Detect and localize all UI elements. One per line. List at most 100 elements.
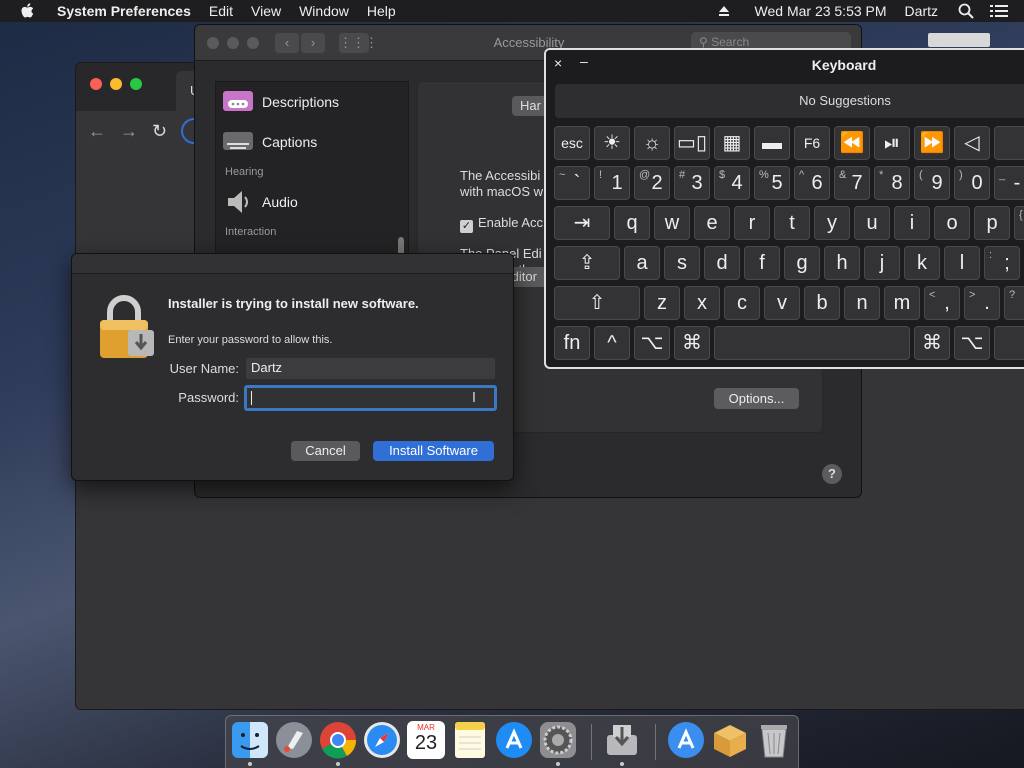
key-1-11[interactable]: _ - (994, 166, 1024, 200)
omnibox-edge[interactable] (181, 118, 196, 144)
key-4-0[interactable]: ⇧ (554, 286, 640, 320)
key-5-0[interactable]: fn (554, 326, 590, 360)
key-1-1[interactable]: ! 1 (594, 166, 630, 200)
key-1-0[interactable]: ~ ` (554, 166, 590, 200)
key-5-5[interactable]: ⌘ (914, 326, 950, 360)
key-3-4[interactable]: f (744, 246, 780, 280)
password-field[interactable]: I (244, 385, 497, 411)
installer-disk-icon[interactable] (603, 721, 641, 759)
key-1-10[interactable]: ) 0 (954, 166, 990, 200)
key-3-1[interactable]: a (624, 246, 660, 280)
key-2-2[interactable]: w (654, 206, 690, 240)
key-0-5[interactable]: ▬ (754, 126, 790, 160)
key-0-9[interactable]: ⏩ (914, 126, 950, 160)
key-4-10[interactable]: ?/ (1004, 286, 1024, 320)
key-4-5[interactable]: b (804, 286, 840, 320)
options-button[interactable]: Options... (714, 388, 799, 409)
key-4-3[interactable]: c (724, 286, 760, 320)
enable-checkbox[interactable]: ✓ (460, 220, 473, 233)
applications-folder-icon[interactable] (667, 721, 705, 759)
back-arrow-icon[interactable]: ← (88, 121, 106, 142)
notification-center-icon[interactable] (990, 4, 1008, 18)
key-2-1[interactable]: q (614, 206, 650, 240)
safari-icon[interactable] (363, 721, 401, 759)
key-3-9[interactable]: l (944, 246, 980, 280)
key-1-9[interactable]: (9 (914, 166, 950, 200)
key-0-4[interactable]: ▦ (714, 126, 750, 160)
finder-icon[interactable] (231, 721, 269, 759)
key-0-2[interactable]: ☼ (634, 126, 670, 160)
key-5-2[interactable]: ⌥ (634, 326, 670, 360)
zoom-window-button[interactable] (130, 78, 142, 90)
key-5-7[interactable] (994, 326, 1024, 360)
calendar-icon[interactable]: MAR 23 (407, 721, 445, 759)
help-button[interactable]: ? (822, 464, 842, 484)
key-0-0[interactable]: esc (554, 126, 590, 160)
key-2-3[interactable]: e (694, 206, 730, 240)
close-window-button[interactable] (90, 78, 102, 90)
key-4-6[interactable]: n (844, 286, 880, 320)
menu-edit[interactable]: Edit (200, 3, 242, 19)
key-2-5[interactable]: t (774, 206, 810, 240)
spotlight-search-icon[interactable] (958, 3, 974, 19)
cancel-button[interactable]: Cancel (291, 441, 360, 461)
key-0-11[interactable] (994, 126, 1024, 160)
key-4-2[interactable]: x (684, 286, 720, 320)
key-0-8[interactable]: ⏯ (874, 126, 910, 160)
key-3-5[interactable]: g (784, 246, 820, 280)
apple-menu-icon[interactable] (20, 3, 34, 19)
trash-icon[interactable] (755, 721, 793, 759)
key-2-7[interactable]: u (854, 206, 890, 240)
sidebar-item-descriptions[interactable]: Descriptions (216, 82, 408, 122)
key-4-9[interactable]: >. (964, 286, 1000, 320)
key-2-8[interactable]: i (894, 206, 930, 240)
reload-icon[interactable]: ↻ (152, 121, 167, 142)
key-3-2[interactable]: s (664, 246, 700, 280)
key-2-0[interactable]: ⇥ (554, 206, 610, 240)
enable-keyboard-option[interactable]: ✓ Enable Acc (460, 215, 543, 233)
key-0-7[interactable]: ⏪ (834, 126, 870, 160)
key-2-11[interactable]: {[ (1014, 206, 1024, 240)
menu-view[interactable]: View (242, 3, 290, 19)
key-5-6[interactable]: ⌥ (954, 326, 990, 360)
key-3-7[interactable]: j (864, 246, 900, 280)
menu-help[interactable]: Help (358, 3, 405, 19)
key-4-4[interactable]: v (764, 286, 800, 320)
key-5-3[interactable]: ⌘ (674, 326, 710, 360)
key-2-4[interactable]: r (734, 206, 770, 240)
key-3-0[interactable]: ⇪ (554, 246, 620, 280)
key-1-2[interactable]: @2 (634, 166, 670, 200)
key-1-7[interactable]: & 7 (834, 166, 870, 200)
key-4-1[interactable]: z (644, 286, 680, 320)
key-2-10[interactable]: p (974, 206, 1010, 240)
key-3-3[interactable]: d (704, 246, 740, 280)
key-0-1[interactable]: ☀ (594, 126, 630, 160)
key-2-9[interactable]: o (934, 206, 970, 240)
key-0-3[interactable]: ▭▯ (674, 126, 710, 160)
key-3-6[interactable]: h (824, 246, 860, 280)
desktop-disk-icon[interactable] (928, 33, 990, 47)
key-1-4[interactable]: $4 (714, 166, 750, 200)
key-0-10[interactable]: ◁ (954, 126, 990, 160)
key-2-6[interactable]: y (814, 206, 850, 240)
key-1-5[interactable]: % 5 (754, 166, 790, 200)
minimize-window-button[interactable] (110, 78, 122, 90)
key-5-4[interactable] (714, 326, 910, 360)
username-field[interactable]: Dartz (246, 358, 495, 379)
notes-icon[interactable] (451, 721, 489, 759)
menu-clock[interactable]: Wed Mar 23 5:53 PM (747, 3, 895, 19)
app-store-icon[interactable] (495, 721, 533, 759)
eject-icon[interactable] (717, 4, 731, 18)
key-1-8[interactable]: * 8 (874, 166, 910, 200)
key-1-6[interactable]: ^ 6 (794, 166, 830, 200)
key-1-3[interactable]: #3 (674, 166, 710, 200)
system-preferences-icon[interactable] (539, 721, 577, 759)
key-4-8[interactable]: <, (924, 286, 960, 320)
chrome-icon[interactable] (319, 721, 357, 759)
key-5-1[interactable]: ^ (594, 326, 630, 360)
key-3-10[interactable]: :; (984, 246, 1020, 280)
menu-user[interactable]: Dartz (895, 3, 948, 19)
menu-window[interactable]: Window (290, 3, 358, 19)
sidebar-item-audio[interactable]: Audio (216, 182, 408, 222)
key-4-7[interactable]: m (884, 286, 920, 320)
